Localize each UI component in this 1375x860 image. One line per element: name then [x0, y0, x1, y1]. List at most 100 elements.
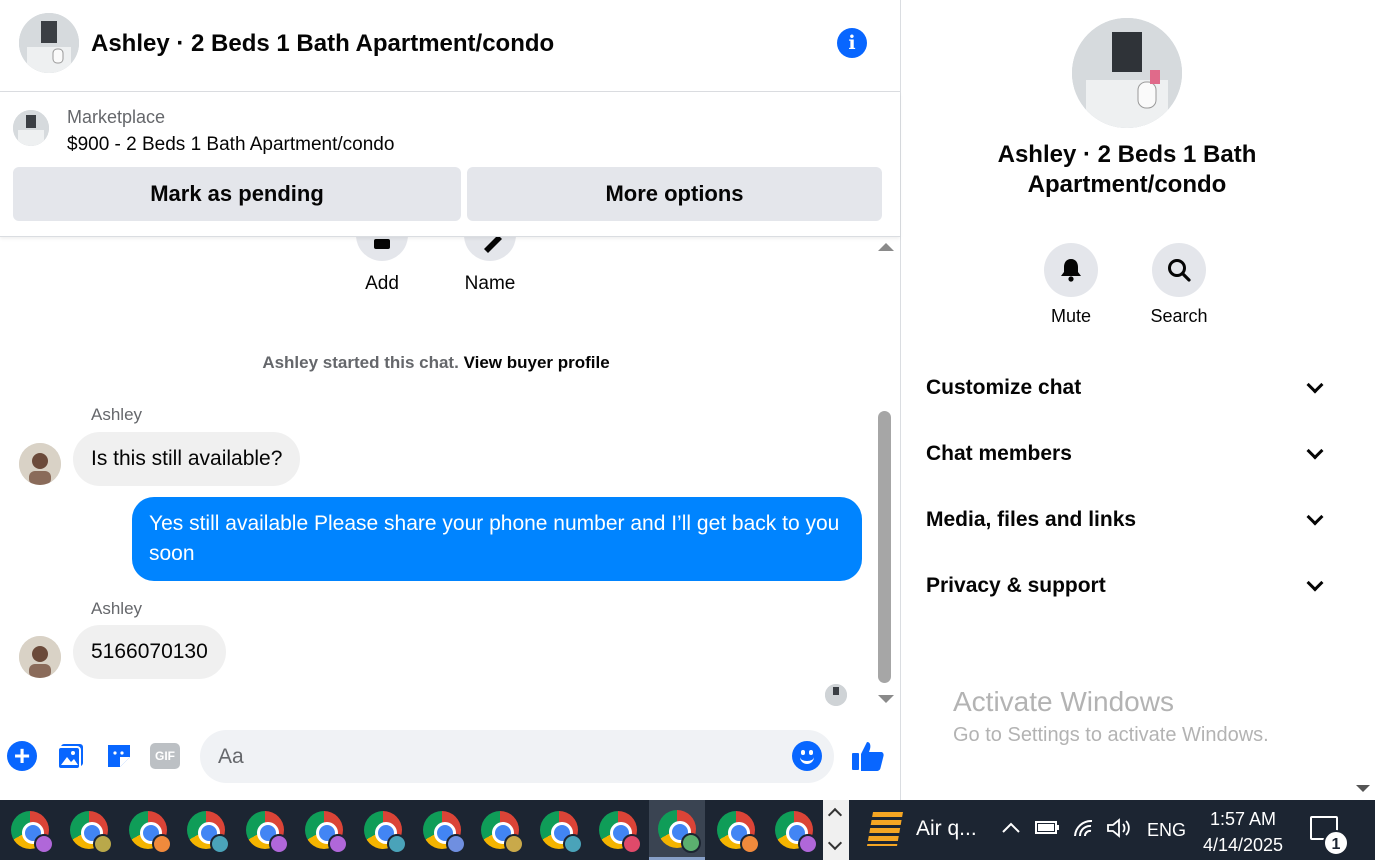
- messenger-window: Ashley · 2 Beds 1 Bath Apartment/condo i…: [0, 0, 1375, 800]
- chrome-icon: [363, 811, 407, 854]
- chrome-profile-badge-icon: [622, 834, 642, 854]
- customize-chat-section[interactable]: Customize chat: [926, 366, 1331, 410]
- taskbar-chrome-button[interactable]: [648, 800, 705, 860]
- name-action-label: Name: [464, 273, 516, 294]
- volume-icon[interactable]: [1106, 818, 1132, 843]
- clock-date: 4/14/2025: [1202, 835, 1284, 855]
- message-composer: + GIF: [0, 710, 900, 800]
- scroll-thumb[interactable]: [878, 411, 891, 683]
- chrome-profile-badge-icon: [445, 834, 466, 854]
- message-list: Add Name Ashley started this chat. View …: [0, 237, 875, 710]
- chevron-up-icon[interactable]: [827, 807, 843, 823]
- message-scrollbar[interactable]: [875, 237, 895, 710]
- chevron-down-icon[interactable]: [827, 835, 843, 851]
- chrome-icon: [187, 811, 231, 854]
- section-label: Chat members: [926, 442, 1072, 465]
- scroll-up-arrow-icon[interactable]: [878, 243, 894, 251]
- search-label: Search: [1150, 306, 1208, 326]
- chrome-profile-badge-icon: [269, 834, 290, 854]
- taskbar-scroller[interactable]: [823, 800, 849, 860]
- mark-as-pending-button[interactable]: Mark as pending: [13, 167, 461, 221]
- thumbs-up-icon[interactable]: [850, 738, 886, 774]
- name-chat-action[interactable]: Name: [462, 237, 518, 295]
- message-sender: Ashley: [91, 405, 143, 424]
- chrome-profile-badge-icon: [92, 834, 113, 854]
- chat-members-section[interactable]: Chat members: [926, 432, 1331, 476]
- page-scrollbar[interactable]: [1353, 0, 1375, 800]
- listing-title[interactable]: $900 - 2 Beds 1 Bath Apartment/condo: [67, 134, 394, 156]
- chat-header: Ashley · 2 Beds 1 Bath Apartment/condo i: [0, 0, 900, 92]
- privacy-support-section[interactable]: Privacy & support: [926, 564, 1331, 608]
- taskbar-chrome-button[interactable]: [2, 800, 58, 860]
- seen-avatar: [825, 684, 847, 706]
- add-member-action[interactable]: Add: [354, 237, 410, 295]
- details-avatar[interactable]: [1072, 18, 1182, 128]
- taskbar-chrome-button[interactable]: [472, 800, 528, 860]
- language-indicator[interactable]: ENG: [1147, 820, 1186, 841]
- sender-avatar[interactable]: [19, 636, 61, 678]
- search-icon: [1152, 243, 1206, 297]
- tray-overflow-icon[interactable]: [1000, 818, 1022, 839]
- view-buyer-profile-link[interactable]: View buyer profile: [464, 353, 610, 372]
- scroll-down-arrow-icon[interactable]: [878, 695, 894, 703]
- taskbar-chrome-button[interactable]: [296, 800, 352, 860]
- chevron-down-icon: [1306, 508, 1324, 526]
- photo-icon[interactable]: [56, 741, 86, 771]
- chrome-profile-badge-icon: [739, 834, 760, 854]
- taskbar-chrome-button[interactable]: [708, 800, 764, 860]
- message-input-box[interactable]: [200, 730, 834, 783]
- sender-avatar[interactable]: [19, 443, 61, 485]
- listing-thumbnail[interactable]: [13, 110, 49, 146]
- sticker-icon[interactable]: [104, 741, 134, 771]
- taskbar-chrome-button[interactable]: [531, 800, 587, 860]
- emoji-icon[interactable]: [792, 741, 822, 771]
- chrome-profile-badge-icon: [34, 834, 54, 854]
- search-action[interactable]: Search: [1139, 243, 1219, 327]
- windows-taskbar: Air q... ENG 1:57 AM 4/14/2025 1: [0, 800, 1375, 860]
- chevron-down-icon: [1306, 442, 1324, 460]
- plus-icon[interactable]: +: [7, 741, 37, 771]
- wifi-icon[interactable]: [1072, 818, 1096, 843]
- pencil-icon: [464, 237, 516, 261]
- taskbar-chrome-button[interactable]: [120, 800, 176, 860]
- chrome-profile-badge-icon: [680, 832, 701, 853]
- chevron-down-icon: [1306, 574, 1324, 592]
- chrome-icon: [481, 811, 525, 854]
- chrome-icon: [305, 811, 348, 854]
- weather-label: Air q...: [916, 817, 977, 840]
- details-title: Ashley · 2 Beds 1 Bath Apartment/condo: [997, 141, 1257, 198]
- taskbar-chrome-button[interactable]: [766, 800, 822, 860]
- activate-windows-watermark: Activate Windows Go to Settings to activ…: [953, 686, 1269, 747]
- chat-title[interactable]: Ashley · 2 Beds 1 Bath Apartment/condo: [91, 30, 554, 58]
- chat-avatar[interactable]: [19, 13, 79, 73]
- air-quality-icon: [867, 812, 903, 846]
- scroll-down-arrow-icon[interactable]: [1356, 785, 1370, 792]
- taskbar-chrome-button[interactable]: [590, 800, 646, 860]
- section-label: Customize chat: [926, 376, 1082, 399]
- chrome-icon: [422, 811, 466, 854]
- info-icon[interactable]: i: [837, 28, 867, 58]
- system-clock[interactable]: 1:57 AM 4/14/2025: [1193, 806, 1293, 858]
- marketplace-label: Marketplace: [67, 107, 166, 127]
- gif-icon[interactable]: GIF: [150, 741, 180, 771]
- chrome-profile-badge-icon: [151, 834, 172, 854]
- taskbar-chrome-button[interactable]: [178, 800, 234, 860]
- taskbar-chrome-button[interactable]: [237, 800, 293, 860]
- chrome-icon: [128, 811, 172, 854]
- chat-start-notice: Ashley started this chat. View buyer pro…: [0, 353, 872, 373]
- weather-widget[interactable]: Air q...: [867, 812, 977, 846]
- mute-action[interactable]: Mute: [1031, 243, 1111, 327]
- chrome-icon: [657, 809, 701, 853]
- chrome-icon: [246, 811, 290, 854]
- taskbar-chrome-button[interactable]: [414, 800, 470, 860]
- message-input[interactable]: [218, 730, 778, 783]
- battery-icon[interactable]: [1034, 818, 1060, 841]
- more-options-button[interactable]: More options: [467, 167, 882, 221]
- chrome-icon: [599, 811, 642, 854]
- media-files-links-section[interactable]: Media, files and links: [926, 498, 1331, 542]
- message-bubble-incoming[interactable]: 5166070130: [73, 625, 226, 679]
- message-bubble-outgoing[interactable]: Yes still available Please share your ph…: [132, 497, 862, 581]
- taskbar-chrome-button[interactable]: [61, 800, 117, 860]
- taskbar-chrome-button[interactable]: [355, 800, 411, 860]
- message-bubble-incoming[interactable]: Is this still available?: [73, 432, 301, 486]
